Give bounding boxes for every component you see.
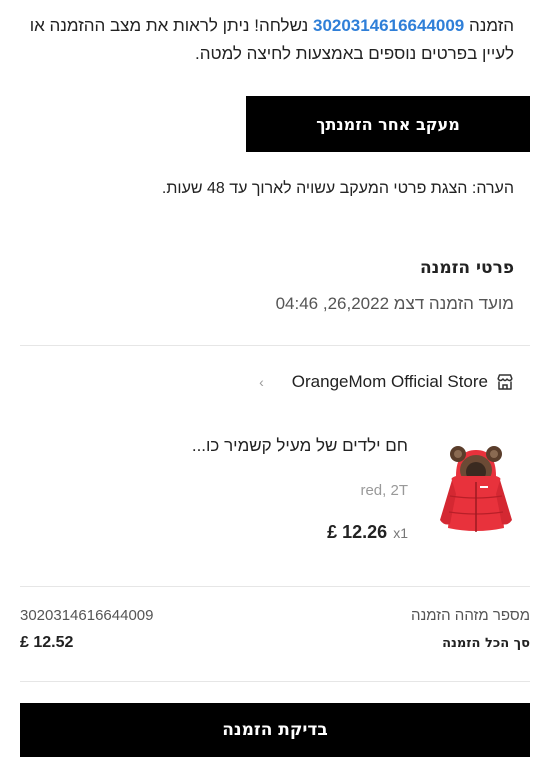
intro-prefix: הזמנה bbox=[464, 16, 514, 35]
divider bbox=[20, 681, 530, 682]
order-number-link[interactable]: 3020314616644009 bbox=[313, 16, 464, 35]
order-id-row: מספר מזהה הזמנה 3020314616644009 bbox=[20, 604, 530, 626]
store-icon bbox=[496, 373, 514, 391]
order-total-value: £ 12.52 bbox=[20, 634, 74, 651]
order-shipped-page: הזמנה 3020314616644009 נשלחה! ניתן לראות… bbox=[0, 0, 534, 774]
divider bbox=[20, 586, 530, 587]
order-total-row: סך הכל הזמנה £ 12.52 bbox=[20, 632, 530, 654]
product-price-row: x1 £ 12.26 bbox=[327, 522, 408, 543]
chevron-right-icon: › bbox=[259, 374, 264, 390]
tracking-note: הערה: הצגת פרטי המעקב עשויה לארוך עד 48 … bbox=[161, 180, 514, 197]
order-details-title: פרטי הזמנה bbox=[419, 258, 514, 278]
product-quantity: x1 bbox=[393, 525, 408, 541]
order-id-label: מספר מזהה הזמנה bbox=[410, 606, 530, 624]
intro-message: הזמנה 3020314616644009 נשלחה! ניתן לראות… bbox=[2, 12, 514, 68]
product-price: £ 12.26 bbox=[327, 522, 388, 542]
product-title[interactable]: חם ילדים של מעיל קשמיר כו... bbox=[192, 436, 408, 456]
divider bbox=[20, 345, 530, 346]
product-variant: red, 2T bbox=[360, 482, 408, 499]
check-order-button[interactable]: בדיקת הזמנה bbox=[20, 703, 530, 757]
store-name: OrangeMom Official Store bbox=[291, 372, 488, 391]
store-link[interactable]: OrangeMom Official Store › bbox=[259, 368, 514, 396]
order-total-label: סך הכל הזמנה bbox=[442, 635, 530, 651]
order-id-value: 3020314616644009 bbox=[20, 606, 154, 624]
product-image[interactable] bbox=[434, 442, 518, 538]
order-date: מועד הזמנה דצמ 26,2022, 04:46 bbox=[275, 294, 514, 313]
track-order-button[interactable]: מעקב אחר הזמנתך bbox=[246, 96, 530, 152]
